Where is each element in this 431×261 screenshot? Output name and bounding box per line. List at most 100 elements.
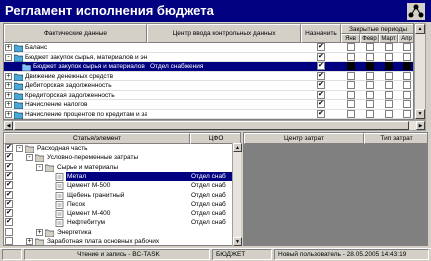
period-checkbox[interactable] [347, 43, 355, 51]
scroll-up-icon[interactable]: ▲ [233, 143, 242, 152]
expand-icon[interactable]: + [5, 91, 12, 99]
table-row[interactable]: + Кредиторская задолженность [4, 90, 413, 100]
tree-row[interactable]: + Заработная плата основных рабочих [4, 237, 233, 245]
assign-checkbox[interactable] [317, 42, 325, 51]
column-header-assign[interactable]: Назначить [301, 24, 341, 43]
row-checkbox[interactable] [5, 190, 13, 199]
tree-row[interactable]: Щебень гранитный Отдел снаб [4, 190, 233, 200]
row-checkbox[interactable] [5, 171, 13, 180]
tree-cfo[interactable]: Отдел снаб [190, 218, 233, 227]
budget-regulation-grid[interactable]: Фактические данные Центр ввода контрольн… [3, 23, 414, 120]
expand-icon[interactable]: + [36, 228, 43, 236]
tree-row[interactable]: - Сырье и материалы [4, 162, 233, 172]
period-checkbox[interactable] [347, 109, 355, 118]
period-checkbox[interactable] [366, 52, 374, 61]
period-checkbox[interactable] [403, 52, 411, 61]
collapse-icon[interactable]: - [26, 154, 33, 162]
period-checkbox[interactable] [385, 81, 393, 89]
period-checkbox[interactable] [347, 90, 355, 99]
period-checkbox[interactable] [366, 43, 374, 51]
tree-cfo[interactable]: Отдел снаб [190, 209, 233, 218]
tree-row[interactable]: - Условно-переменные затраты [4, 152, 233, 163]
period-checkbox[interactable] [403, 62, 411, 70]
table-row[interactable]: Бюджет закупок сырья и материалов Отдел с… [4, 61, 413, 72]
row-checkbox[interactable] [5, 162, 13, 171]
vertical-scrollbar[interactable]: ▲ ▼ [232, 143, 242, 246]
row-checkbox[interactable] [5, 237, 13, 245]
expand-icon[interactable]: + [5, 110, 12, 118]
column-header-fact[interactable]: Фактические данные [4, 24, 147, 43]
table-row[interactable]: + Начисление процентов по кредитам и займ… [4, 109, 413, 119]
column-header-article[interactable]: Статья/элемент [4, 133, 190, 144]
period-checkbox[interactable] [366, 109, 374, 118]
period-checkbox[interactable] [366, 62, 374, 70]
table-row[interactable]: + Дебиторская задолженность [4, 80, 413, 91]
expand-icon[interactable]: + [26, 238, 33, 245]
period-checkbox[interactable] [403, 109, 411, 118]
table-row[interactable]: + Начисление налогов [4, 99, 413, 110]
tree-cfo[interactable]: Отдел снаб [190, 191, 233, 200]
period-checkbox[interactable] [385, 52, 393, 61]
table-row[interactable]: - Бюджет закупок сырья, материалов и энер… [4, 52, 413, 62]
scroll-right-icon[interactable]: ▶ [416, 121, 425, 130]
assign-checkbox[interactable] [317, 90, 325, 99]
scroll-down-icon[interactable]: ▼ [233, 237, 242, 246]
scroll-thumb[interactable] [14, 121, 409, 130]
column-header-period[interactable]: Февр [360, 34, 379, 43]
row-checkbox[interactable] [5, 180, 13, 190]
period-checkbox[interactable] [385, 71, 393, 80]
tree-row[interactable]: + Энергетика [4, 227, 233, 237]
collapse-icon[interactable]: - [16, 145, 23, 152]
period-checkbox[interactable] [366, 71, 374, 80]
period-checkbox[interactable] [385, 109, 393, 118]
tree-row[interactable]: МеталОтдел снаб [4, 171, 233, 181]
column-header-center[interactable]: Центр ввода контрольных данных [147, 24, 301, 43]
column-header-cost-type[interactable]: Тип затрат [364, 133, 427, 144]
row-checkbox[interactable] [5, 227, 13, 236]
tree-row[interactable]: - Расходная часть [4, 143, 233, 154]
assign-checkbox[interactable] [317, 99, 325, 108]
row-checkbox[interactable] [5, 217, 13, 227]
tree-row[interactable]: Цемент М-500 Отдел снаб [4, 180, 233, 191]
period-checkbox[interactable] [403, 90, 411, 99]
period-checkbox[interactable] [366, 81, 374, 89]
row-checkbox[interactable] [5, 143, 13, 152]
row-checkbox[interactable] [5, 152, 13, 162]
period-checkbox[interactable] [385, 43, 393, 51]
column-header-cost-center[interactable]: Центр затрат [244, 133, 364, 144]
column-header-period[interactable]: Март [379, 34, 398, 43]
expand-icon[interactable]: + [5, 44, 12, 51]
expand-icon[interactable]: + [5, 82, 12, 89]
column-header-period[interactable]: Янв [341, 34, 360, 43]
assign-checkbox[interactable] [317, 71, 325, 80]
vertical-scrollbar[interactable]: ▲ ▼ [414, 23, 426, 120]
scroll-up-icon[interactable]: ▲ [415, 24, 425, 34]
period-checkbox[interactable] [347, 100, 355, 108]
period-checkbox[interactable] [403, 71, 411, 80]
tree-row[interactable]: Песок Отдел снаб [4, 199, 233, 209]
period-checkbox[interactable] [403, 100, 411, 108]
cost-centers-grid[interactable]: Центр затрат Тип затрат [243, 132, 428, 246]
tree-row[interactable]: Цемент М-400 Отдел снаб [4, 208, 233, 218]
tree-cfo[interactable]: Отдел снаб [190, 200, 233, 209]
period-checkbox[interactable] [385, 100, 393, 108]
row-center[interactable]: Отдел снабжения [150, 62, 300, 71]
tree-row[interactable]: Нефтебитум Отдел снаб [4, 217, 233, 228]
assign-checkbox[interactable] [317, 61, 325, 70]
assign-checkbox[interactable] [317, 109, 325, 118]
tree-cfo[interactable]: Отдел снаб [190, 181, 233, 190]
scroll-left-icon[interactable]: ◀ [4, 121, 13, 130]
assign-checkbox[interactable] [317, 80, 325, 89]
row-checkbox[interactable] [5, 208, 13, 218]
expand-icon[interactable]: + [5, 101, 12, 108]
period-checkbox[interactable] [403, 81, 411, 89]
assign-checkbox[interactable] [317, 52, 325, 61]
period-checkbox[interactable] [347, 81, 355, 89]
table-row[interactable]: + Движение денежных средств [4, 71, 413, 81]
collapse-icon[interactable]: - [5, 53, 12, 61]
column-header-period[interactable]: Апр [398, 34, 413, 43]
period-checkbox[interactable] [366, 90, 374, 99]
period-checkbox[interactable] [347, 52, 355, 61]
period-checkbox[interactable] [347, 71, 355, 80]
tree-cfo[interactable]: Отдел снаб [190, 171, 233, 181]
